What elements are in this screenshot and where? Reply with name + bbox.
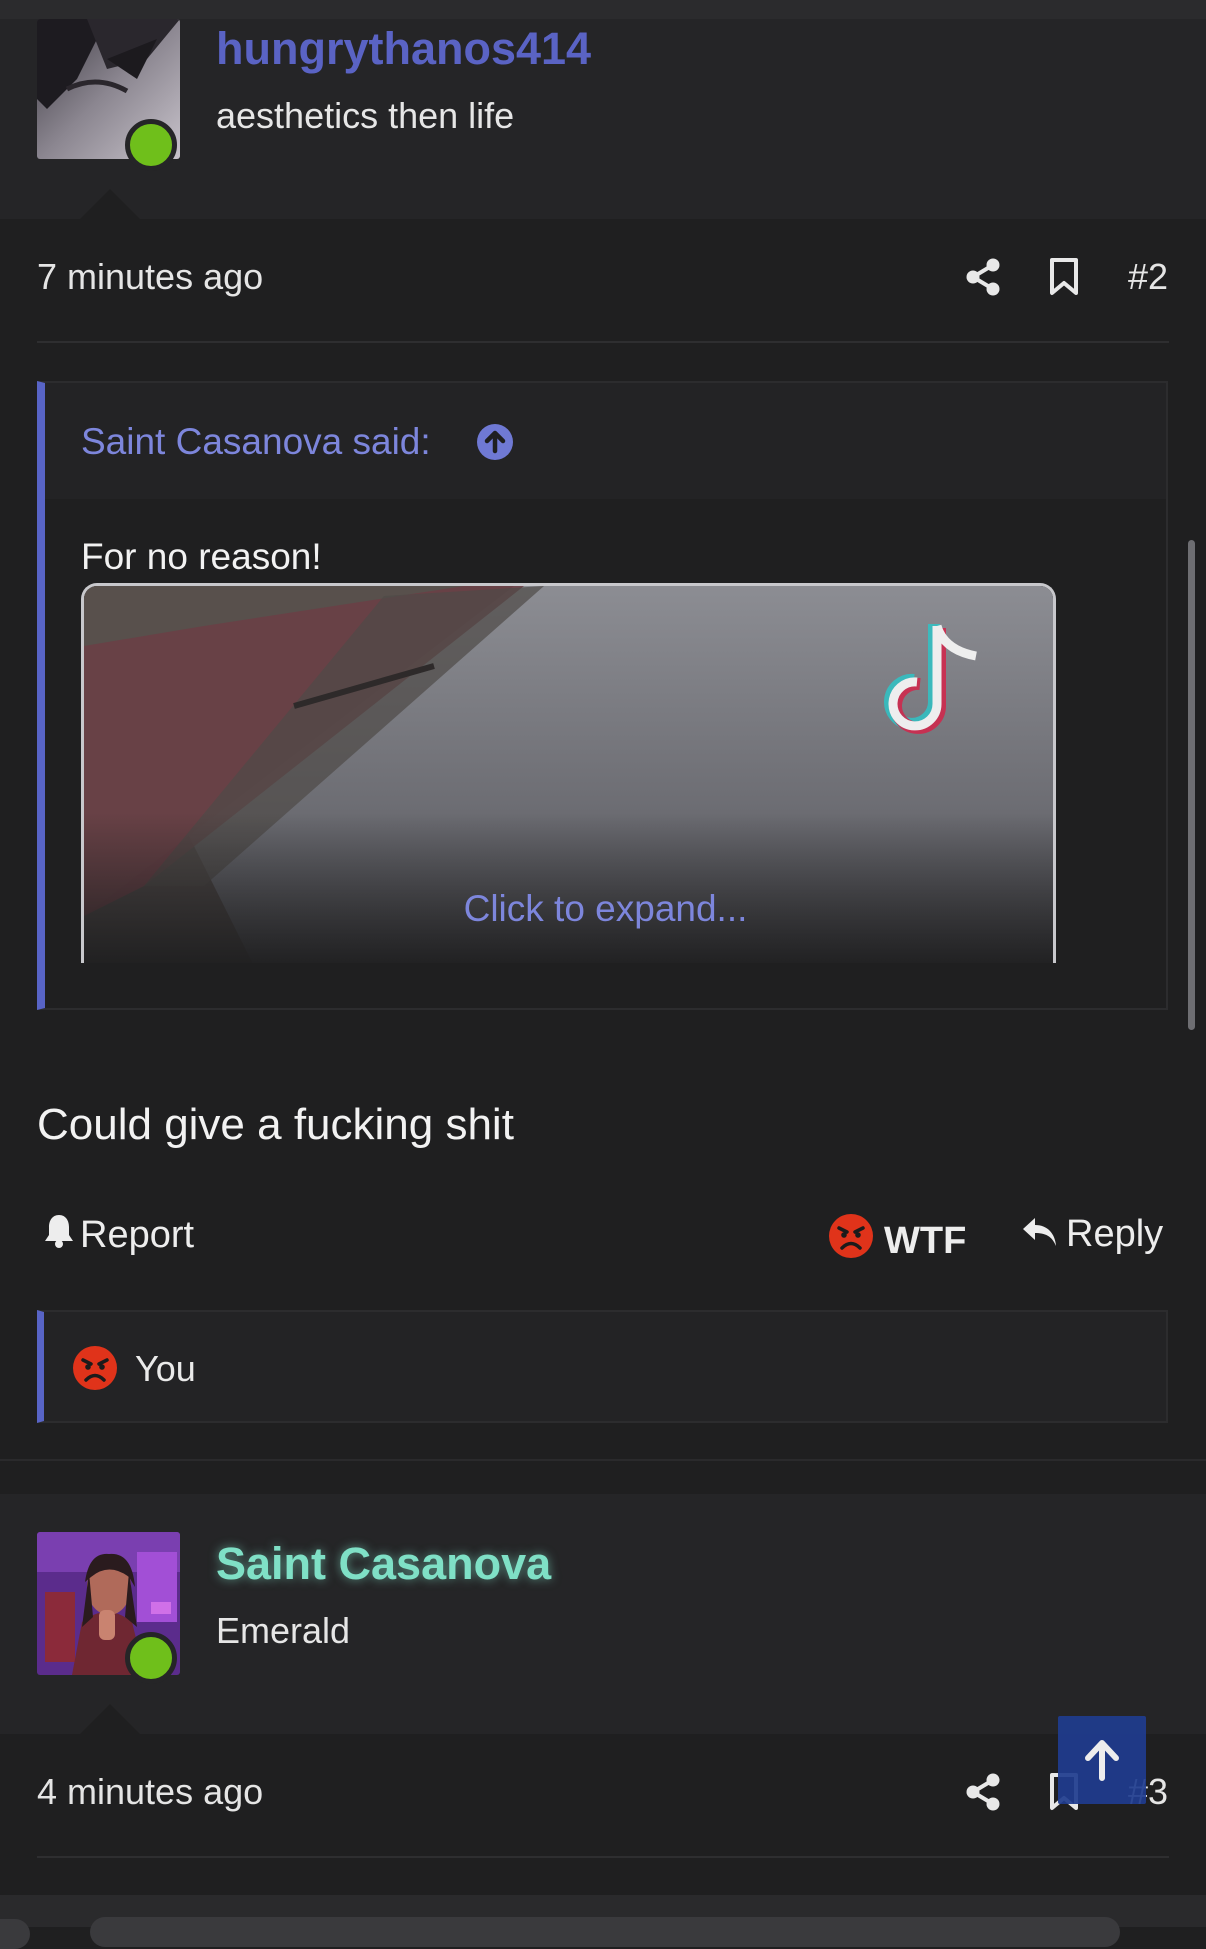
- top-bar: [0, 0, 1206, 20]
- reply-button[interactable]: Reply: [1020, 1213, 1163, 1259]
- post-number[interactable]: #2: [1128, 256, 1168, 298]
- bottom-bar: [0, 1895, 1206, 1949]
- click-to-expand-link[interactable]: Click to expand...: [45, 888, 1166, 930]
- quote-text: For no reason!: [81, 536, 322, 577]
- post-header: hungrythanos414 aesthetics then life: [0, 19, 1206, 219]
- reaction-label: WTF: [884, 1220, 967, 1262]
- reply-label: Reply: [1066, 1213, 1164, 1255]
- share-icon[interactable]: [966, 1773, 1000, 1816]
- quote-block: Saint Casanova said: For no reason! Clic…: [37, 381, 1168, 1010]
- angry-face-icon: [72, 1345, 118, 1396]
- bell-icon: [44, 1213, 74, 1259]
- post-separator: [0, 1459, 1206, 1461]
- bottom-input[interactable]: [90, 1917, 1120, 1947]
- reaction-button[interactable]: WTF: [828, 1213, 966, 1269]
- post-message: Could give a fucking shit: [37, 1100, 514, 1149]
- message-caret: [80, 1704, 140, 1734]
- divider: [37, 1856, 1169, 1858]
- report-label: Report: [80, 1214, 195, 1256]
- arrow-up-circle-icon[interactable]: [476, 423, 514, 466]
- bottom-control[interactable]: [0, 1919, 30, 1949]
- reactions-bar[interactable]: You: [37, 1310, 1168, 1423]
- scroll-to-top-button[interactable]: [1058, 1716, 1146, 1804]
- user-title: Emerald: [216, 1610, 351, 1651]
- user-title: aesthetics then life: [216, 95, 515, 136]
- post-actions: Report WTF Reply: [0, 1205, 1206, 1265]
- bookmark-icon[interactable]: [1049, 258, 1079, 301]
- reaction-user[interactable]: You: [135, 1348, 196, 1390]
- reply-arrow-icon: [1020, 1215, 1058, 1259]
- username[interactable]: Saint Casanova: [216, 1538, 551, 1590]
- share-icon[interactable]: [966, 258, 1000, 301]
- divider: [37, 341, 1169, 343]
- post-meta: 7 minutes ago #2: [0, 220, 1206, 342]
- scrollbar[interactable]: [1188, 540, 1195, 1030]
- arrow-up-icon: [1082, 1738, 1122, 1787]
- post-time[interactable]: 4 minutes ago: [37, 1771, 263, 1813]
- online-status-dot: [125, 1632, 177, 1684]
- post-time[interactable]: 7 minutes ago: [37, 256, 263, 298]
- online-status-dot: [125, 119, 177, 171]
- quote-header: Saint Casanova said:: [45, 383, 1166, 499]
- quote-author[interactable]: Saint Casanova said:: [81, 421, 431, 463]
- report-button[interactable]: Report: [44, 1213, 194, 1259]
- username[interactable]: hungrythanos414: [216, 23, 591, 75]
- post-header: Saint Casanova Emerald: [0, 1494, 1206, 1734]
- message-caret: [80, 189, 140, 219]
- post-meta: 4 minutes ago #3: [0, 1735, 1206, 1857]
- angry-face-icon: [828, 1213, 874, 1269]
